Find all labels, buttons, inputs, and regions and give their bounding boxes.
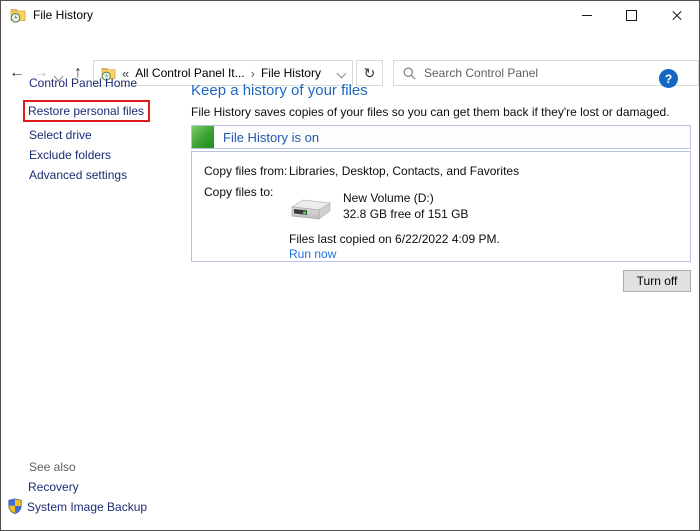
hard-drive-icon	[289, 196, 333, 224]
file-history-app-icon	[10, 7, 26, 23]
target-drive-name: New Volume (D:)	[343, 191, 434, 205]
status-banner: File History is on	[191, 125, 691, 149]
turn-off-button[interactable]: Turn off	[623, 270, 691, 292]
back-icon: ←	[9, 65, 25, 81]
close-button[interactable]	[654, 1, 699, 29]
breadcrumb-parent[interactable]: All Control Panel It...	[135, 66, 244, 80]
sidebar-item-recovery[interactable]: Recovery	[28, 480, 79, 494]
sidebar-item-system-image-backup[interactable]: System Image Backup	[27, 500, 147, 514]
maximize-button[interactable]	[609, 1, 654, 29]
page-title: Keep a history of your files	[191, 82, 368, 99]
help-button[interactable]: ?	[659, 69, 678, 88]
target-drive-free-space: 32.8 GB free of 151 GB	[343, 207, 468, 221]
status-text: File History is on	[223, 130, 319, 145]
window-controls	[564, 1, 699, 29]
uac-shield-icon	[7, 498, 23, 514]
last-copied-status: Files last copied on 6/22/2022 4:09 PM.	[289, 232, 500, 246]
window-title: File History	[33, 8, 93, 22]
search-box[interactable]	[393, 60, 699, 86]
sidebar-item-advanced-settings[interactable]: Advanced settings	[29, 168, 127, 182]
breadcrumb-current[interactable]: File History	[261, 66, 321, 80]
maximize-icon	[626, 10, 637, 21]
sidebar-item-exclude-folders[interactable]: Exclude folders	[29, 148, 111, 162]
copy-from-value: Libraries, Desktop, Contacts, and Favori…	[289, 164, 519, 178]
close-icon	[671, 9, 683, 21]
breadcrumb-separator-icon: ›	[251, 66, 255, 81]
run-now-link[interactable]: Run now	[289, 247, 336, 261]
file-history-window: File History ← → ↑ « All Control Panel I…	[0, 0, 700, 531]
title-bar: File History	[1, 1, 699, 29]
copy-from-label: Copy files from:	[204, 164, 287, 178]
navigation-toolbar: ← → ↑ « All Control Panel It... › File H…	[1, 29, 699, 61]
minimize-icon	[582, 15, 592, 16]
status-on-indicator	[192, 126, 214, 148]
address-dropdown-icon[interactable]	[337, 68, 347, 78]
sidebar-item-select-drive[interactable]: Select drive	[29, 128, 92, 142]
refresh-icon: ↻	[364, 65, 376, 82]
page-description: File History saves copies of your files …	[191, 105, 670, 119]
help-icon: ?	[665, 72, 672, 86]
file-history-details-panel: Copy files from: Libraries, Desktop, Con…	[191, 151, 691, 262]
search-input[interactable]	[424, 66, 689, 80]
annotation-highlight-box: Restore personal files	[23, 100, 150, 122]
minimize-button[interactable]	[564, 1, 609, 29]
see-also-heading: See also	[29, 460, 76, 474]
back-button[interactable]: ←	[6, 62, 28, 84]
copy-to-label: Copy files to:	[204, 185, 273, 199]
sidebar-item-control-panel-home[interactable]: Control Panel Home	[29, 76, 137, 90]
sidebar-item-restore-personal-files[interactable]: Restore personal files	[28, 104, 144, 118]
search-icon	[403, 67, 416, 80]
